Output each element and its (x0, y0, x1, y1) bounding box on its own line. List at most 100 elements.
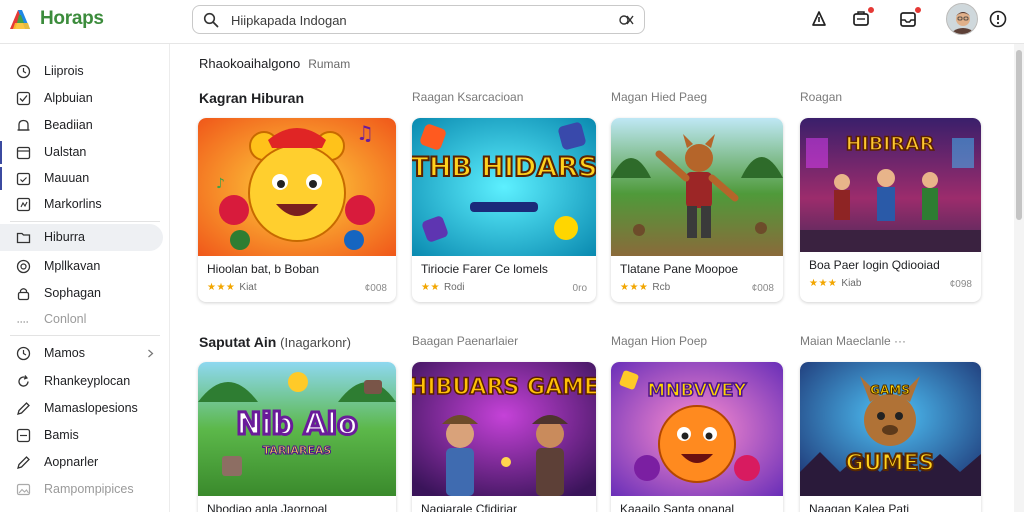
calendar-icon (16, 146, 31, 160)
card-title: Boa Paer Iogin Qdiooiad (809, 258, 940, 272)
card-title: Nbodiao apla Jaornoal (207, 502, 328, 512)
thumbnail-text: Nib Alo (236, 407, 357, 442)
cartoon-bear-image: ♫ ♪ (198, 118, 396, 256)
game-card[interactable]: Tlatane Pane Moopoe ★★★ Rcb ¢008 (611, 118, 783, 302)
sidebar-item-label: Conlonl (44, 312, 87, 326)
breadcrumb-sub[interactable]: Rumam (308, 57, 350, 71)
sidebar-item-label: Liiprois (44, 64, 84, 78)
clock-icon (16, 64, 31, 79)
game-card[interactable]: GAMS GUMES Naagan Kalea Pati (800, 362, 981, 512)
rating-label: Kiab (841, 278, 862, 289)
search-icon[interactable] (203, 12, 219, 28)
game-card[interactable]: MNBVVEY Kaaailo Santa onanal (611, 362, 783, 512)
sidebar-item-8[interactable]: Sophagan (0, 280, 163, 307)
game-card[interactable]: HIBIRAR Boa Paer Iogin Qdiooiad ★★★ Kiab … (800, 118, 981, 302)
search-input[interactable] (231, 9, 591, 31)
notification-badge (867, 6, 875, 14)
sidebar-item-label: Alpbuian (44, 91, 93, 105)
clear-search-icon[interactable] (618, 12, 634, 28)
thumbnail-text: HIBIRAR (846, 133, 935, 155)
sidebar-item-13[interactable]: Bamis (0, 422, 163, 449)
sidebar-divider (10, 335, 160, 336)
app-logo[interactable]: Horaps (8, 6, 104, 32)
sidebar-item-label: Rhankeyplocan (44, 374, 131, 388)
calendar-check-icon (16, 172, 31, 186)
game-card[interactable]: ♫ ♪ Hioolan bat, b Boban ★★★ Kiat ¢008 (198, 118, 396, 302)
column-heading[interactable]: Baagan Paenarlaier (412, 334, 518, 348)
orange-mascot-image: MNBVVEY (611, 362, 783, 496)
inbox-button[interactable] (898, 6, 922, 29)
sidebar-item-6[interactable]: Hiburra (0, 224, 163, 251)
search-box[interactable] (192, 5, 645, 34)
bell-icon (17, 119, 30, 131)
app-name: Horaps (40, 8, 104, 29)
column-heading[interactable]: Magan Hied Paeg (611, 90, 707, 104)
app-logo-icon (10, 10, 30, 29)
game-card[interactable]: HIBUARS GAME Nagiarale Cfidiriar (412, 362, 596, 512)
sidebar-item-label: Sophagan (44, 286, 102, 300)
sidebar-item-12[interactable]: Mamaslopesions (0, 395, 163, 422)
column-heading[interactable]: Roagan (800, 90, 842, 104)
card-rating: ★★★ Kiab (809, 278, 861, 289)
game-card[interactable]: THB HIDARS Tiriocie Farer Ce lomels ★★ Ro… (412, 118, 596, 302)
sidebar-item-label: Mauuan (44, 171, 90, 185)
section-title-suffix: (Inagarkonr) (280, 335, 351, 350)
help-icon[interactable] (988, 9, 1008, 29)
scrollbar-thumb[interactable] (1016, 50, 1022, 220)
column-heading[interactable]: Raagan Ksarcacioan (412, 90, 523, 104)
inbox-badge (914, 6, 922, 14)
scrollbar[interactable] (1014, 44, 1024, 512)
sidebar-item-label: Mamos (44, 346, 85, 360)
game-thumbnail: Nib Alo TARIAREAS (198, 362, 396, 496)
card-title: Nagiarale Cfidiriar (421, 502, 518, 512)
sidebar-item-14[interactable]: Aopnarler (0, 449, 163, 476)
explorers-game-image: HIBUARS GAME (412, 362, 596, 496)
sidebar-item-10[interactable]: Mamos (0, 340, 163, 367)
sidebar-item-label: Mamaslopesions (44, 401, 138, 415)
main-content: Rhaokoaihalgono Rumam Kagran Hiburan Raag… (171, 44, 1014, 512)
game-thumbnail: ♫ ♪ (198, 118, 396, 256)
sidebar-item-3[interactable]: Ualstan (0, 139, 163, 166)
column-heading[interactable]: Maian Maeclanle ··· (800, 334, 906, 348)
share-icon[interactable] (809, 9, 829, 29)
card-title: Tlatane Pane Moopoe (620, 262, 739, 276)
game-thumbnail: HIBUARS GAME (412, 362, 596, 496)
sidebar-item-label: Mpllkavan (44, 259, 101, 273)
svg-text:♫: ♫ (356, 121, 374, 145)
sidebar-item-11[interactable]: Rhankeyplocan (0, 368, 163, 395)
sidebar-item-5[interactable]: Markorlins (0, 191, 163, 218)
sidebar-item-7[interactable]: Mpllkavan (0, 253, 163, 280)
card-count: ¢008 (751, 283, 774, 294)
notifications-button[interactable] (851, 6, 875, 29)
sidebar-item-9[interactable]: Conlonl (0, 306, 163, 333)
breadcrumb: Rhaokoaihalgono Rumam (199, 56, 350, 71)
svg-text:♪: ♪ (216, 176, 225, 192)
card-count: ¢008 (364, 283, 387, 294)
avatar[interactable] (946, 3, 978, 35)
card-rating: ★★★ Kiat (207, 282, 257, 293)
card-title: Hioolan bat, b Boban (207, 262, 320, 276)
section-title: Kagran Hiburan (199, 90, 304, 106)
refresh-icon (18, 375, 29, 387)
sidebar-item-4[interactable]: Mauuan (0, 165, 163, 192)
section-title-text: Kagran Hiburan (199, 90, 305, 106)
column-heading[interactable]: Magan Hion Poep (611, 334, 707, 348)
game-thumbnail: MNBVVEY (611, 362, 783, 496)
thumbnail-text: MNBVVEY (647, 380, 747, 401)
chevron-right-icon[interactable] (146, 349, 155, 358)
folder-icon (16, 232, 31, 244)
rating-label: Rcb (652, 282, 671, 293)
kangaroo-games-image: GAMS GUMES (800, 362, 981, 496)
sidebar-item-2[interactable]: Beadiian (0, 112, 163, 139)
sidebar-item-1[interactable]: Alpbuian (0, 85, 163, 112)
image-icon (16, 483, 31, 496)
rating-label: Rodi (443, 282, 465, 293)
sidebar-item-label: Bamis (44, 428, 79, 442)
sidebar-item-15[interactable]: Rampompipices (0, 476, 163, 503)
sidebar-divider (10, 221, 160, 222)
sidebar-item-label: Aopnarler (44, 455, 99, 469)
sidebar-item-0[interactable]: Liiprois (0, 58, 163, 85)
sidebar: Liiprois Alpbuian Beadiian Ualstan Mauua… (0, 44, 170, 512)
game-card[interactable]: Nib Alo TARIAREAS Nbodiao apla Jaornoal (198, 362, 396, 512)
nibalo-title-image: Nib Alo TARIAREAS (198, 362, 396, 496)
